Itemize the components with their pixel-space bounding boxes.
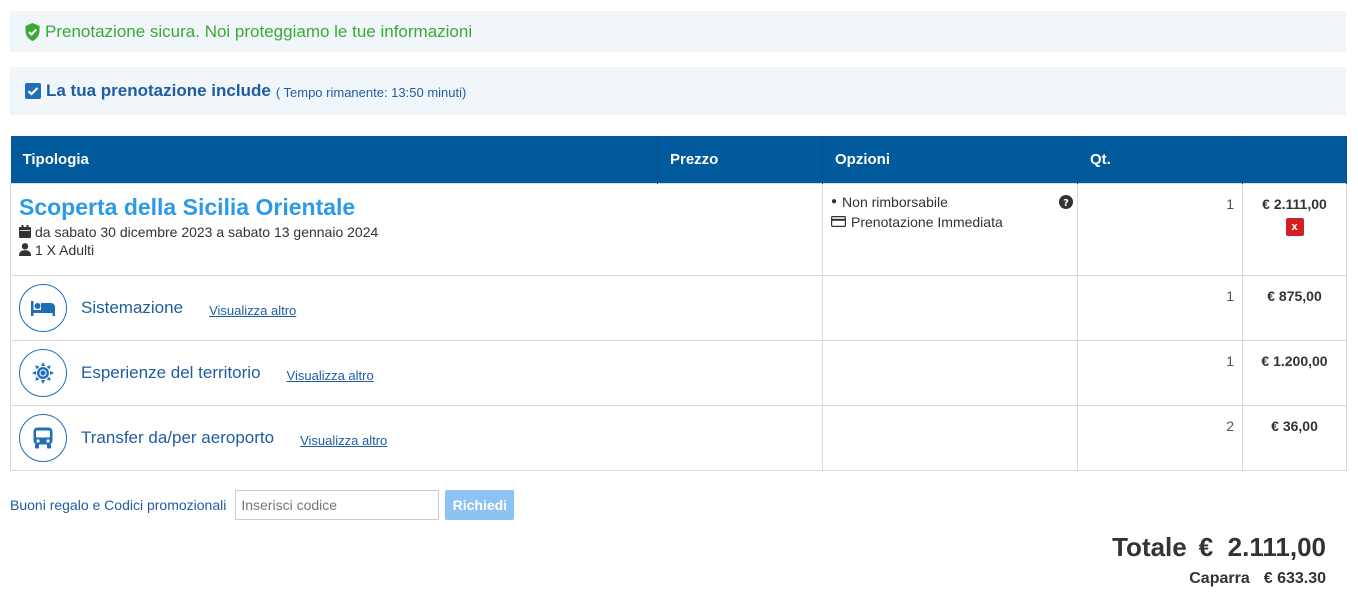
header-options: Opzioni [822, 136, 1078, 183]
view-more-link[interactable]: Visualizza altro [300, 433, 387, 448]
booking-table: Tipologia Prezzo Opzioni Qt. Scoperta de… [10, 136, 1347, 471]
service-price: € 875,00 [1242, 274, 1347, 341]
option-non-refundable: ● Non rimborsabile ? [823, 194, 1077, 210]
service-qty: 2 [1077, 404, 1243, 471]
tour-guests: 1 X Adulti [19, 242, 822, 258]
non-refundable-text: Non rimborsabile [842, 193, 948, 210]
tour-row: Scoperta della Sicilia Orientale da saba… [10, 182, 1347, 276]
tour-guests-text: 1 X Adulti [35, 241, 95, 258]
bus-icon [33, 427, 53, 449]
service-label: Transfer da/per aeroporto [81, 427, 275, 447]
tour-info-cell: Scoperta della Sicilia Orientale da saba… [10, 182, 823, 276]
remove-button[interactable]: x [1285, 217, 1304, 236]
service-label: Esperienze del territorio [81, 362, 261, 382]
question-circle-icon[interactable]: ? [1059, 194, 1073, 209]
svg-text:?: ? [1063, 198, 1069, 209]
table-row: Esperienze del territorio Visualizza alt… [10, 339, 1347, 406]
secure-booking-banner: Prenotazione sicura. Noi proteggiamo le … [10, 11, 1346, 52]
remaining-time: ( Tempo rimanente: 13:50 minuti) [275, 85, 467, 100]
tour-title: Scoperta della Sicilia Orientale [19, 193, 356, 220]
total-line: Totale € 2.111,00 [1112, 532, 1326, 563]
instant-booking-text: Prenotazione Immediata [851, 213, 1003, 230]
total-value: € 2.111,00 [1198, 532, 1326, 562]
total-label: Totale [1112, 532, 1187, 562]
tour-qty: 1 [1077, 182, 1243, 276]
deposit-label: Caparra [1189, 570, 1250, 587]
service-qty: 1 [1077, 339, 1243, 406]
request-button[interactable]: Richiedi [445, 490, 515, 520]
tour-price-cell: € 2.111,00 x [1242, 182, 1347, 276]
booking-includes-header: La tua prenotazione include ( Tempo rima… [10, 67, 1346, 115]
tour-dates: da sabato 30 dicembre 2023 a sabato 13 g… [19, 224, 822, 240]
promo-code-section: Buoni regalo e Codici promozionali Richi… [10, 490, 515, 520]
credit-card-icon [831, 216, 846, 227]
service-experiences: Esperienze del territorio Visualizza alt… [11, 341, 822, 405]
bed-icon [31, 300, 55, 316]
service-label: Sistemazione [81, 297, 184, 317]
header-price: Prezzo [657, 136, 823, 183]
header-type: Tipologia [10, 136, 658, 183]
service-transfer: Transfer da/per aeroporto Visualizza alt… [11, 406, 822, 470]
view-more-link[interactable]: Visualizza altro [287, 368, 374, 383]
promo-label: Buoni regalo e Codici promozionali [10, 497, 227, 513]
secure-booking-text: Prenotazione sicura. Noi proteggiamo le … [45, 21, 473, 41]
tour-dates-text: da sabato 30 dicembre 2023 a sabato 13 g… [35, 223, 379, 240]
deposit-value: € 633.30 [1263, 570, 1326, 587]
header-qty: Qt. [1077, 136, 1243, 183]
header-actions [1242, 136, 1347, 183]
view-more-link[interactable]: Visualizza altro [209, 303, 296, 318]
deposit-line: Caparra € 633.30 [1189, 570, 1326, 588]
includes-title: La tua prenotazione include [46, 81, 271, 100]
service-price: € 1.200,00 [1242, 339, 1347, 406]
service-qty: 1 [1077, 274, 1243, 341]
option-instant-booking: Prenotazione Immediata [823, 214, 1077, 230]
service-accommodation: Sistemazione Visualizza altro [11, 276, 822, 340]
promo-code-input[interactable] [235, 490, 440, 520]
table-row: Sistemazione Visualizza altro 1 € 875,00 [10, 274, 1347, 341]
table-row: Transfer da/per aeroporto Visualizza alt… [10, 404, 1347, 471]
checkbox-checked-icon [25, 83, 41, 99]
sun-icon [32, 361, 54, 384]
tour-options-cell: ● Non rimborsabile ? Prenotazione Immedi… [822, 182, 1078, 276]
table-header-row: Tipologia Prezzo Opzioni Qt. [10, 136, 1347, 183]
calendar-icon [19, 225, 35, 238]
tour-price: € 2.111,00 [1262, 195, 1327, 212]
service-price: € 36,00 [1242, 404, 1347, 471]
user-icon [19, 243, 35, 256]
shield-check-icon [24, 22, 41, 41]
